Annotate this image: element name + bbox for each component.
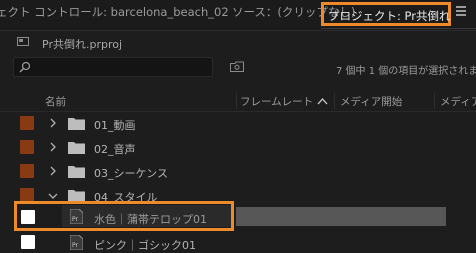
tab-project[interactable]: プロジェクト: Pr共倒れ — [321, 2, 451, 26]
panel-tab-bar: ェクト コントロール: barcelona_beach_02 ソース：(クリップ… — [0, 0, 476, 31]
list-item-folder[interactable]: 01_動画 — [0, 112, 476, 136]
chevron-right-icon[interactable] — [49, 166, 57, 176]
project-file-name: Pr共倒れ.prproj — [42, 38, 123, 51]
name-edit-field[interactable] — [236, 207, 446, 226]
tab-effect-controls[interactable]: ェクト コントロール: barcelona_beach_02 — [0, 0, 229, 24]
panel-menu-icon[interactable] — [456, 6, 466, 18]
project-file-row: Pr共倒れ.prproj — [0, 30, 476, 56]
search-input[interactable] — [13, 57, 213, 77]
list-item-folder[interactable]: 03_シーケンス — [0, 160, 476, 184]
project-panel: ェクト コントロール: barcelona_beach_02 ソース：(クリップ… — [0, 0, 476, 253]
sort-ascending-icon[interactable] — [317, 97, 328, 105]
label-color-swatch[interactable] — [20, 164, 34, 178]
folder-icon — [68, 166, 85, 178]
chevron-right-icon[interactable] — [49, 118, 57, 128]
list-item-folder[interactable]: 02_音声 — [0, 136, 476, 160]
svg-text:Pr: Pr — [72, 242, 79, 249]
selection-status: 7 個中 1 個の項目が選択されま — [336, 66, 476, 77]
folder-icon — [68, 118, 85, 130]
column-name[interactable]: 名前 — [45, 94, 66, 109]
label-color-swatch[interactable] — [20, 116, 34, 130]
item-name: ピンク｜ゴシック01 — [94, 239, 196, 252]
new-bin-from-search-icon[interactable] — [230, 61, 244, 72]
label-color-swatch[interactable] — [20, 188, 34, 202]
item-name: 02_音声 — [94, 143, 136, 156]
chevron-down-icon[interactable] — [48, 192, 58, 200]
column-divider[interactable] — [334, 93, 335, 109]
column-framerate[interactable]: フレームレート — [240, 94, 313, 109]
search-icon — [19, 61, 31, 73]
item-name: 01_動画 — [94, 119, 136, 132]
column-header-row: 名前 フレームレート メディア開始 メディア — [0, 91, 476, 112]
column-divider[interactable] — [434, 93, 435, 109]
column-media-end[interactable]: メディア — [440, 94, 476, 109]
folder-icon — [68, 142, 85, 154]
selection-highlight-frame — [14, 201, 234, 231]
chevron-right-icon[interactable] — [49, 142, 57, 152]
column-media-start[interactable]: メディア開始 — [340, 94, 402, 109]
list-item-clip[interactable]: Pr ピンク｜ゴシック01 — [0, 232, 476, 253]
item-name: 03_シーケンス — [94, 167, 168, 180]
label-color-swatch[interactable] — [20, 140, 34, 154]
project-file-icon — [17, 37, 29, 46]
graphic-clip-icon: Pr — [70, 235, 83, 250]
label-color-swatch[interactable] — [21, 235, 35, 249]
tab-divider — [321, 28, 476, 29]
column-divider[interactable] — [236, 93, 237, 109]
